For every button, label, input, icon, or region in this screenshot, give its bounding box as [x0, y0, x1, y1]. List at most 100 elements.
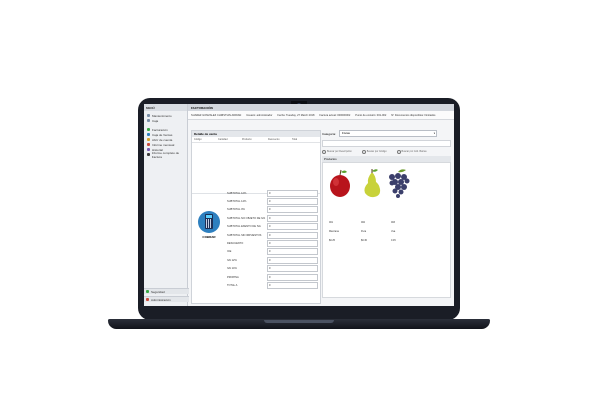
total-field[interactable]: 0 — [267, 256, 318, 264]
cash-icon — [147, 133, 150, 136]
product-name: Manzana — [329, 230, 339, 233]
total-label: SUBTOTAL NO OBJETO DE IVA — [227, 216, 266, 220]
sidebar-footer-label: Administración — [151, 297, 171, 302]
product-price: $0.30 — [361, 239, 367, 242]
sidebar-item-full-report[interactable]: Informe completo de Factura — [144, 151, 187, 159]
total-label: IVA 12% — [227, 258, 237, 262]
total-row: SUBTOTAL 0% 0 — [227, 206, 319, 214]
charge-button[interactable]: COBRAR — [198, 211, 220, 247]
invoice-icon — [147, 128, 150, 131]
total-row: SUBTOTAL NO OBJETO DE IVA 0 — [227, 214, 319, 222]
total-field[interactable]: 0 — [267, 240, 318, 248]
sidebar-footer-admin[interactable]: Administración — [144, 296, 189, 302]
total-label: IVA 14% — [227, 267, 237, 271]
total-label: SUBTOTAL 0% — [227, 208, 245, 212]
history-icon — [147, 148, 150, 151]
user-role: Usuario: administrador — [246, 113, 273, 117]
pear-icon[interactable] — [360, 168, 384, 198]
sale-detail-table[interactable] — [192, 143, 320, 194]
filter-label: Buscar por Cód. Barras — [401, 150, 427, 153]
filter-label: Buscar por Código — [366, 150, 387, 153]
report-icon — [147, 143, 150, 146]
laptop-base-notch — [264, 320, 334, 323]
category-value: Frutas — [342, 131, 350, 135]
total-row: PROPINA 0 — [227, 273, 319, 281]
filter-description[interactable]: Buscar por Descripción — [322, 149, 352, 154]
radio-icon — [361, 149, 366, 154]
category-label: Categoría: — [322, 131, 337, 136]
total-row: DESCUENTO 0 — [227, 239, 319, 248]
available-docs: Nº Documentos disponibles: Ilimitados — [391, 113, 436, 117]
current-date: Fecha: Tuesday, 27 March 2018 — [277, 113, 315, 117]
chevron-down-icon: ▾ — [433, 132, 436, 135]
category-select[interactable]: Frutas ▾ — [339, 130, 438, 137]
sidebar-item-label: Mantenimiento — [152, 113, 172, 118]
total-row: IVA 12% 0 — [227, 256, 319, 264]
product-code: 002 — [361, 221, 365, 224]
radio-icon — [396, 149, 401, 154]
radio-icon — [322, 149, 326, 154]
filter-code[interactable]: Buscar por Código — [361, 149, 387, 154]
filter-label: Buscar por Descripción — [327, 150, 352, 153]
info-bar: SUAREZ GONZALEZ CHRISTIAN ADRIAN Usuario… — [188, 111, 454, 120]
totals-list: SUBTOTAL 12% 0 SUBTOTAL 14% 0 SUBTOTAL 0% 0… — [227, 189, 319, 290]
product-code: 001 — [329, 221, 333, 224]
column-header: Total — [292, 138, 298, 141]
sidebar-item-label: Facturación — [152, 127, 168, 132]
total-field[interactable]: 0 — [267, 206, 318, 214]
total-field[interactable]: 0 — [267, 231, 318, 239]
category-row: Categoría: Frutas ▾ — [322, 130, 451, 137]
total-label: DESCUENTO — [227, 242, 244, 246]
filter-barcode[interactable]: Buscar por Cód. Barras — [396, 149, 427, 154]
products-panel: Categoría: Frutas ▾ Buscar por Descripci… — [322, 130, 451, 302]
product-price: $0.25 — [329, 239, 335, 242]
grape-icon[interactable] — [386, 168, 410, 198]
total-row: SUBTOTAL 14% 0 — [227, 197, 319, 206]
app-screen: MENÚ Mantenimiento Caja Facturación Caja… — [144, 104, 454, 306]
main-content: FACTURACIÓN SUAREZ GONZALEZ CHRISTIAN AD… — [188, 104, 454, 306]
total-row: SUBTOTAL EXENTO DE IVA 0 — [227, 223, 319, 231]
sale-detail-panel: Detalle de venta Código Cantidad Product… — [191, 130, 321, 304]
total-label: SUBTOTAL EXENTO DE IVA — [227, 225, 261, 229]
window-title: FACTURACIÓN — [188, 104, 454, 111]
user-name: SUAREZ GONZALEZ CHRISTIAN ADRIAN — [191, 113, 242, 117]
product-name: Pera — [361, 230, 367, 233]
total-field[interactable]: 0 — [267, 273, 318, 281]
wrench-icon — [147, 114, 150, 117]
total-row: SUBTOTAL 12% 0 — [227, 189, 319, 197]
total-label: SUBTOTAL 12% — [227, 191, 247, 195]
calculator-icon — [198, 211, 220, 233]
total-field[interactable]: 0 — [267, 198, 318, 206]
total-label: SUBTOTAL 14% — [227, 200, 247, 204]
sidebar-item-label: Informe mensual — [152, 142, 175, 147]
column-header: Producto — [242, 138, 252, 141]
sidebar-header: MENÚ — [144, 104, 187, 111]
total-row: ICE 0 — [227, 248, 319, 256]
current-invoice: Factura actual: 000000002 — [319, 113, 351, 117]
apple-icon[interactable] — [328, 168, 352, 198]
total-label: PROPINA — [227, 275, 239, 279]
column-header: Cantidad — [218, 138, 228, 141]
sidebar-item-cash[interactable]: Caja — [144, 118, 187, 123]
total-field[interactable]: 0 — [267, 265, 318, 273]
total-label: ICE — [227, 250, 232, 254]
total-field[interactable]: 0 — [267, 248, 318, 256]
total-field[interactable]: 0 — [267, 281, 318, 289]
total-field[interactable]: 0 — [267, 214, 318, 222]
sidebar-item-label: Caja — [152, 118, 159, 123]
sidebar-footer-security[interactable]: Seguridad — [144, 288, 189, 294]
total-field[interactable]: 0 — [267, 189, 318, 197]
total-row: SUBTOTAL SIN IMPUESTOS 0 — [227, 231, 319, 239]
charge-label: COBRAR — [202, 235, 216, 239]
lock-icon — [146, 290, 149, 293]
column-header: Código — [194, 138, 202, 141]
total-field[interactable]: 0 — [267, 223, 318, 231]
terminal-point: Punto de emisión: 001-002 — [355, 113, 387, 117]
total-row: IVA 14% 0 — [227, 265, 319, 273]
total-label: SUBTOTAL SIN IMPUESTOS — [227, 233, 262, 237]
folder-icon — [147, 138, 150, 141]
sidebar: MENÚ Mantenimiento Caja Facturación Caja… — [144, 104, 189, 306]
product-name: Uva — [391, 230, 396, 233]
product-search-input[interactable] — [322, 140, 451, 147]
box-icon — [147, 119, 150, 122]
